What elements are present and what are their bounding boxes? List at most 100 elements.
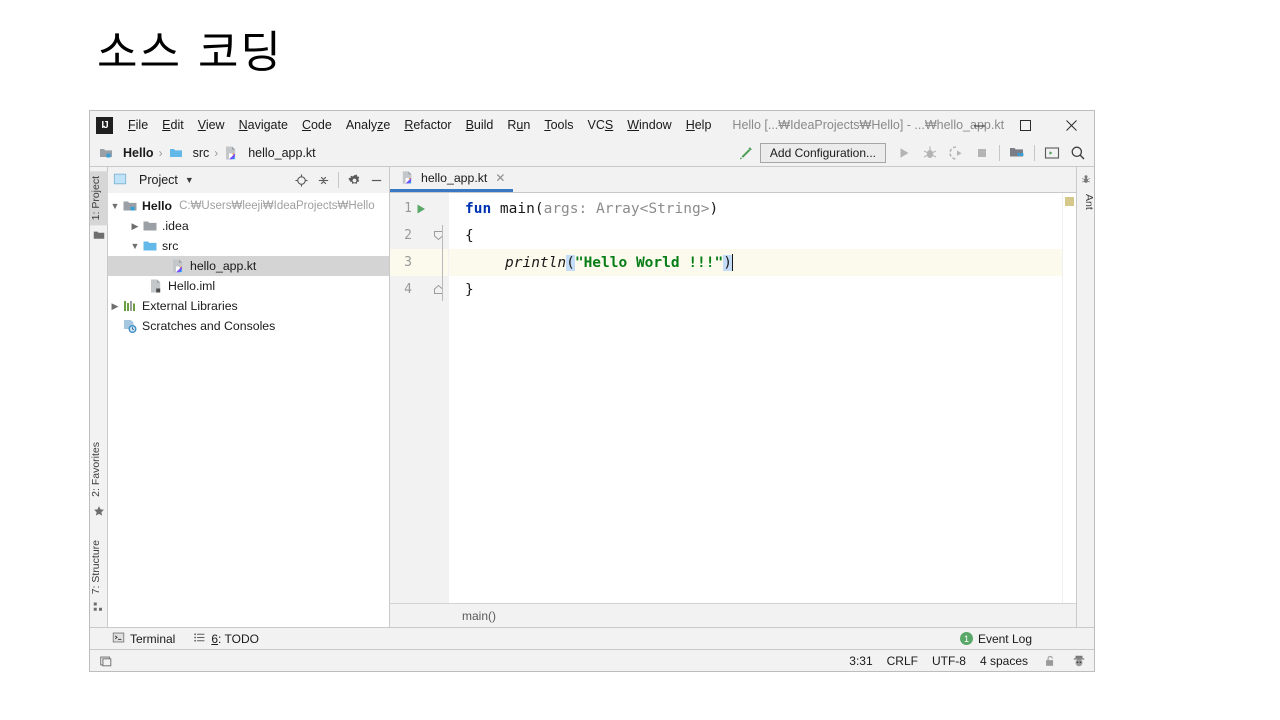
- menu-navigate[interactable]: Navigate: [232, 115, 295, 135]
- tool-window-terminal-label: Terminal: [130, 631, 176, 646]
- sidebar-item-structure[interactable]: 7: Structure: [90, 535, 108, 599]
- tree-path-hello: C:₩Users₩leeji₩IdeaProjects₩Hello: [179, 200, 375, 212]
- tree-row-idea[interactable]: ▶ .idea: [108, 216, 389, 236]
- event-log-badge: 1: [959, 632, 973, 645]
- sidebar-item-favorites[interactable]: 2: Favorites: [90, 437, 108, 502]
- terminal-icon[interactable]: [1040, 142, 1064, 164]
- line-number-1: 1: [404, 201, 412, 216]
- build-hammer-icon[interactable]: [734, 142, 758, 164]
- code-string-literal: "Hello World !!!": [574, 254, 724, 271]
- line-separator[interactable]: CRLF: [887, 654, 918, 668]
- breadcrumb-separator: ›: [158, 145, 163, 160]
- code-line-3: println("Hello World !!!"): [449, 249, 1062, 276]
- kotlin-file-icon: [170, 258, 186, 274]
- close-icon[interactable]: ✕: [495, 171, 505, 185]
- close-icon[interactable]: [1048, 111, 1094, 139]
- source-folder-icon: [142, 238, 158, 254]
- gutter-line-2: 2: [390, 222, 448, 249]
- add-configuration-button[interactable]: Add Configuration...: [759, 143, 886, 163]
- menu-code[interactable]: Code: [295, 115, 339, 135]
- project-folder-icon: [93, 229, 105, 241]
- tree-row-external-libraries[interactable]: ▶ External Libraries: [108, 296, 389, 316]
- panel-separator: [338, 172, 339, 188]
- warning-marker[interactable]: [1065, 197, 1074, 206]
- editor-marker-strip[interactable]: [1062, 193, 1076, 603]
- caret-position[interactable]: 3:31: [849, 654, 872, 668]
- expanded-twisty-icon-src[interactable]: ▼: [128, 241, 142, 251]
- unlocked-padlock-icon[interactable]: [1042, 653, 1057, 668]
- breadcrumb-src[interactable]: src: [168, 145, 209, 161]
- tree-row-hello-app-kt[interactable]: hello_app.kt: [108, 256, 389, 276]
- menu-view[interactable]: View: [191, 115, 232, 135]
- line-number-2: 2: [404, 228, 412, 243]
- menu-window[interactable]: Window: [620, 115, 678, 135]
- menu-vcs[interactable]: VCS: [581, 115, 621, 135]
- scratches-icon: [122, 318, 138, 334]
- terminal-icon: [112, 631, 125, 647]
- run-icon[interactable]: [892, 142, 916, 164]
- toolbar-separator-2: [1034, 145, 1035, 161]
- project-tree[interactable]: ▼ Hello C:₩Users₩leeji₩IdeaProjects₩Hell…: [108, 193, 389, 627]
- tab-hello-app-kt[interactable]: hello_app.kt ✕: [390, 167, 514, 192]
- file-encoding[interactable]: UTF-8: [932, 654, 966, 668]
- code-content[interactable]: fun main(args: Array<String>) { println(…: [448, 193, 1062, 603]
- debug-icon[interactable]: [918, 142, 942, 164]
- breadcrumb-module[interactable]: Hello: [98, 145, 154, 161]
- sidebar-item-project-label: 1: Project: [90, 176, 102, 221]
- right-tool-strip: Ant: [1076, 167, 1095, 627]
- menu-build[interactable]: Build: [459, 115, 501, 135]
- module-icon: [122, 198, 138, 214]
- libraries-icon: [122, 298, 138, 314]
- tree-row-scratches[interactable]: Scratches and Consoles: [108, 316, 389, 336]
- editor-gutter[interactable]: 1 2 3 4: [390, 193, 448, 603]
- menu-edit[interactable]: Edit: [155, 115, 191, 135]
- menu-file[interactable]: File: [121, 115, 155, 135]
- code-line-2: {: [449, 222, 1062, 249]
- settings-gear-icon[interactable]: [344, 170, 364, 190]
- tool-window-terminal[interactable]: Terminal: [112, 631, 175, 647]
- line-number-4: 4: [404, 282, 412, 297]
- menu-refactor[interactable]: Refactor: [397, 115, 458, 135]
- minimize-icon[interactable]: [956, 111, 1002, 139]
- collapsed-twisty-icon-libs[interactable]: ▶: [108, 301, 122, 312]
- maximize-icon[interactable]: [1002, 111, 1048, 139]
- editor-tab-bar: hello_app.kt ✕: [390, 167, 1076, 193]
- project-structure-icon[interactable]: [1005, 142, 1029, 164]
- tree-row-hello-iml[interactable]: Hello.iml: [108, 276, 389, 296]
- page-title: 소스 코딩: [97, 27, 283, 78]
- ide-window: IJ File Edit View Navigate Code Analyze …: [89, 110, 1095, 672]
- collapsed-twisty-icon[interactable]: ▶: [128, 221, 142, 232]
- menu-analyze[interactable]: Analyze: [339, 115, 397, 135]
- code-keyword-fun: fun: [465, 200, 492, 217]
- run-green-triangle-icon[interactable]: [412, 203, 430, 215]
- toolbar-separator: [999, 145, 1000, 161]
- indent-setting[interactable]: 4 spaces: [980, 654, 1028, 668]
- sidebar-item-ant[interactable]: Ant: [1077, 189, 1095, 215]
- window-controls: [956, 111, 1094, 139]
- inspection-hector-icon[interactable]: [1071, 653, 1086, 668]
- expanded-twisty-icon[interactable]: ▼: [108, 201, 122, 211]
- chevron-down-icon[interactable]: ▼: [185, 175, 194, 185]
- menu-run[interactable]: Run: [500, 115, 537, 135]
- tool-window-todo[interactable]: 6: TODO: [193, 631, 259, 647]
- tree-row-src[interactable]: ▼ src: [108, 236, 389, 256]
- sidebar-item-project[interactable]: 1: Project: [90, 171, 108, 226]
- tree-row-hello[interactable]: ▼ Hello C:₩Users₩leeji₩IdeaProjects₩Hell…: [108, 196, 389, 216]
- code-params: args: Array<String>: [543, 200, 710, 217]
- locate-target-icon[interactable]: [291, 170, 311, 190]
- stop-icon[interactable]: [970, 142, 994, 164]
- code-bracket-close-highlight: ): [723, 254, 732, 271]
- hide-minus-icon[interactable]: [366, 170, 386, 190]
- breadcrumb-file[interactable]: hello_app.kt: [223, 145, 316, 161]
- toggle-toolwindows-icon[interactable]: [98, 653, 113, 668]
- event-log-button[interactable]: 1 Event Log: [959, 632, 1032, 646]
- menu-help[interactable]: Help: [679, 115, 719, 135]
- run-with-coverage-icon[interactable]: [944, 142, 968, 164]
- search-everywhere-icon[interactable]: [1066, 142, 1090, 164]
- breadcrumb-module-label: Hello: [123, 145, 154, 160]
- editor-breadcrumb[interactable]: main(): [390, 603, 1076, 627]
- tree-label-hello: Hello: [142, 199, 173, 213]
- iml-file-icon: [148, 278, 164, 294]
- menu-tools[interactable]: Tools: [537, 115, 580, 135]
- collapse-all-icon[interactable]: [313, 170, 333, 190]
